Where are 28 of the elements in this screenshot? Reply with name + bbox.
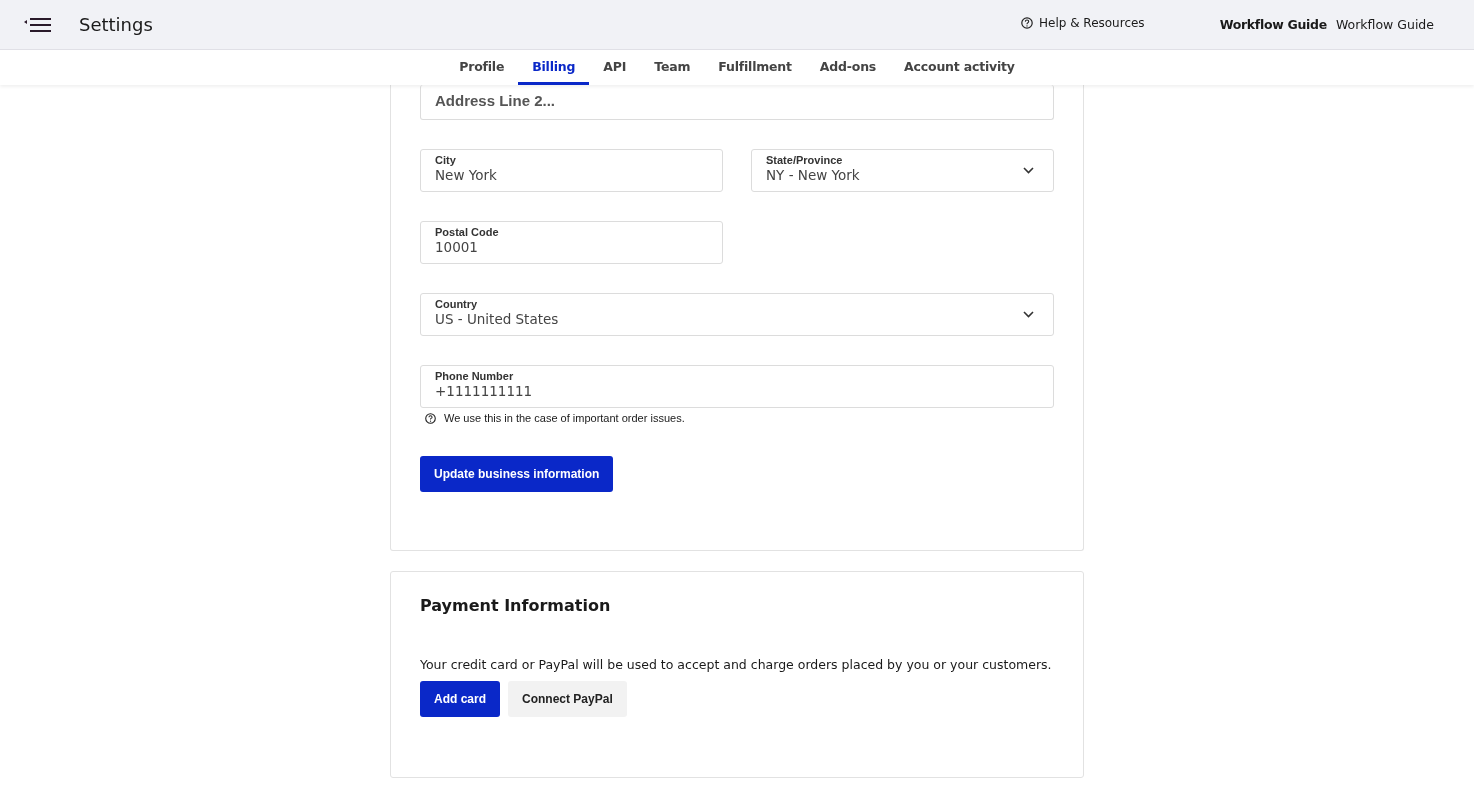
settings-tab[interactable]: API bbox=[589, 50, 641, 85]
input-field[interactable]: Postal Code 10001 bbox=[420, 221, 723, 264]
chevron-down-icon bbox=[1023, 167, 1034, 174]
field-hint: We use this in the case of important order issues. bbox=[444, 412, 685, 424]
menu-icon[interactable] bbox=[24, 17, 52, 32]
help-icon bbox=[1021, 16, 1033, 29]
help-link[interactable]: Help & Resources bbox=[1021, 15, 1145, 30]
workflow-guide-link[interactable]: Workflow Guide bbox=[1219, 17, 1327, 32]
input-field[interactable]: City New York bbox=[420, 149, 723, 192]
input-field[interactable]: Address Line 2... bbox=[420, 85, 1054, 120]
input-field[interactable]: Phone Number +1111111111 bbox=[420, 365, 1054, 408]
settings-tab[interactable]: Fulfillment bbox=[704, 50, 806, 85]
update-button[interactable]: Update business information bbox=[420, 456, 614, 492]
page-title: Settings bbox=[79, 14, 153, 35]
select-field[interactable]: State/Province NY - New York bbox=[751, 149, 1054, 192]
select-field[interactable]: Country US - United States bbox=[420, 293, 1054, 336]
settings-tab[interactable]: Team bbox=[640, 50, 705, 85]
help-icon bbox=[425, 412, 436, 424]
settings-tab[interactable]: Account activity bbox=[890, 50, 1029, 85]
settings-tab[interactable]: Billing bbox=[518, 50, 590, 85]
settings-tab[interactable]: Add-ons bbox=[805, 50, 891, 85]
payment-description: Your credit card or PayPal will be used to accept and charge orders placed by you or your customers. bbox=[420, 657, 1053, 672]
add-card-button[interactable]: Add card bbox=[420, 681, 500, 717]
settings-tab[interactable]: Profile bbox=[445, 50, 519, 85]
workflow-guide-link[interactable]: Workflow Guide bbox=[1335, 17, 1434, 32]
section-title: Payment Information bbox=[420, 596, 612, 615]
chevron-down-icon bbox=[1023, 311, 1034, 318]
connect-paypal-button[interactable]: Connect PayPal bbox=[508, 681, 627, 717]
